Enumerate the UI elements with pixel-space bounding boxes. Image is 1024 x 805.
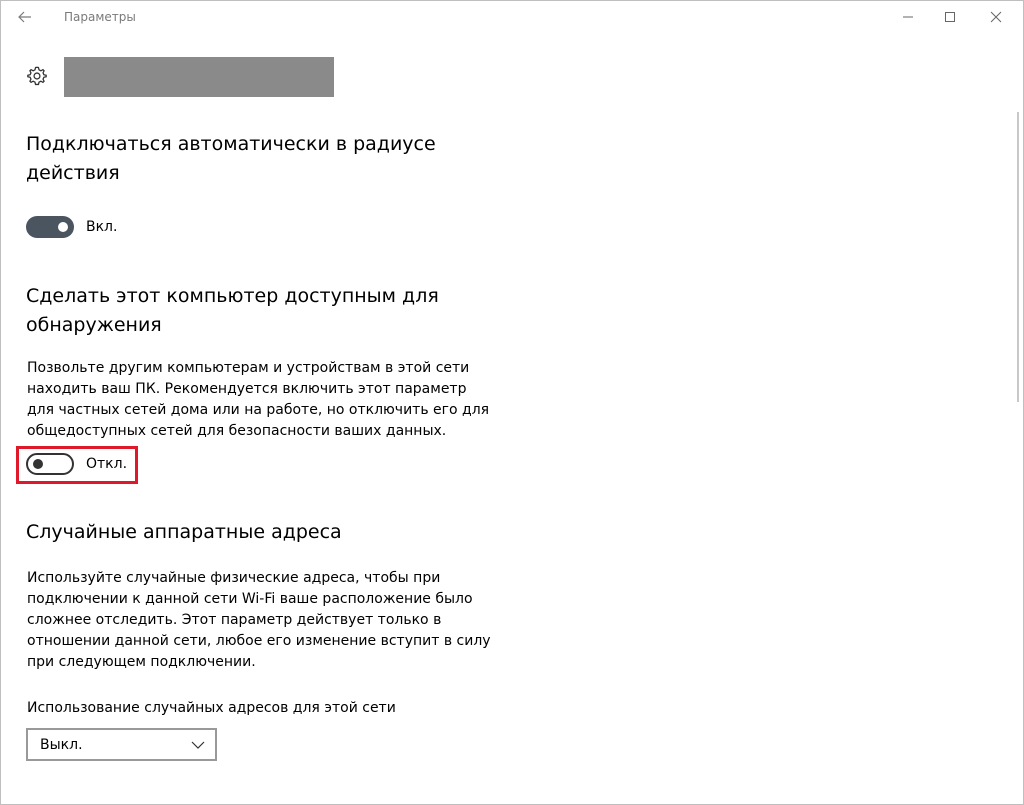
minimize-button[interactable] bbox=[888, 4, 928, 30]
select-value: Выкл. bbox=[40, 736, 83, 753]
auto-connect-heading: Подключаться автоматически в радиусе дей… bbox=[26, 133, 436, 184]
scrollbar[interactable] bbox=[1017, 112, 1019, 402]
random-mac-select[interactable]: Выкл. bbox=[26, 728, 217, 761]
close-button[interactable] bbox=[976, 4, 1016, 30]
discoverable-heading: Сделать этот компьютер доступным для обн… bbox=[26, 285, 439, 336]
title-bar: Параметры bbox=[0, 0, 1024, 34]
app-title: Параметры bbox=[64, 10, 136, 24]
highlight-annotation bbox=[16, 446, 138, 484]
discoverable-description: Позвольте другим компьютерам и устройств… bbox=[27, 360, 490, 439]
auto-connect-toggle-row: Вкл. bbox=[26, 216, 117, 238]
auto-connect-toggle-label: Вкл. bbox=[86, 219, 118, 235]
random-mac-select-label: Использование случайных адресов для этой… bbox=[27, 700, 396, 716]
close-icon bbox=[990, 11, 1002, 23]
maximize-icon bbox=[945, 12, 955, 22]
auto-connect-toggle[interactable] bbox=[26, 216, 74, 238]
arrow-left-icon bbox=[18, 11, 31, 23]
maximize-button[interactable] bbox=[930, 4, 970, 30]
back-button[interactable] bbox=[12, 6, 38, 28]
random-mac-heading: Случайные аппаратные адреса bbox=[26, 521, 342, 543]
random-mac-description: Используйте случайные физические адреса,… bbox=[27, 570, 491, 670]
network-name-redacted bbox=[64, 57, 334, 97]
chevron-down-icon bbox=[191, 741, 205, 749]
toggle-knob bbox=[58, 222, 68, 232]
minimize-icon bbox=[903, 16, 913, 18]
gear-icon bbox=[27, 66, 47, 86]
